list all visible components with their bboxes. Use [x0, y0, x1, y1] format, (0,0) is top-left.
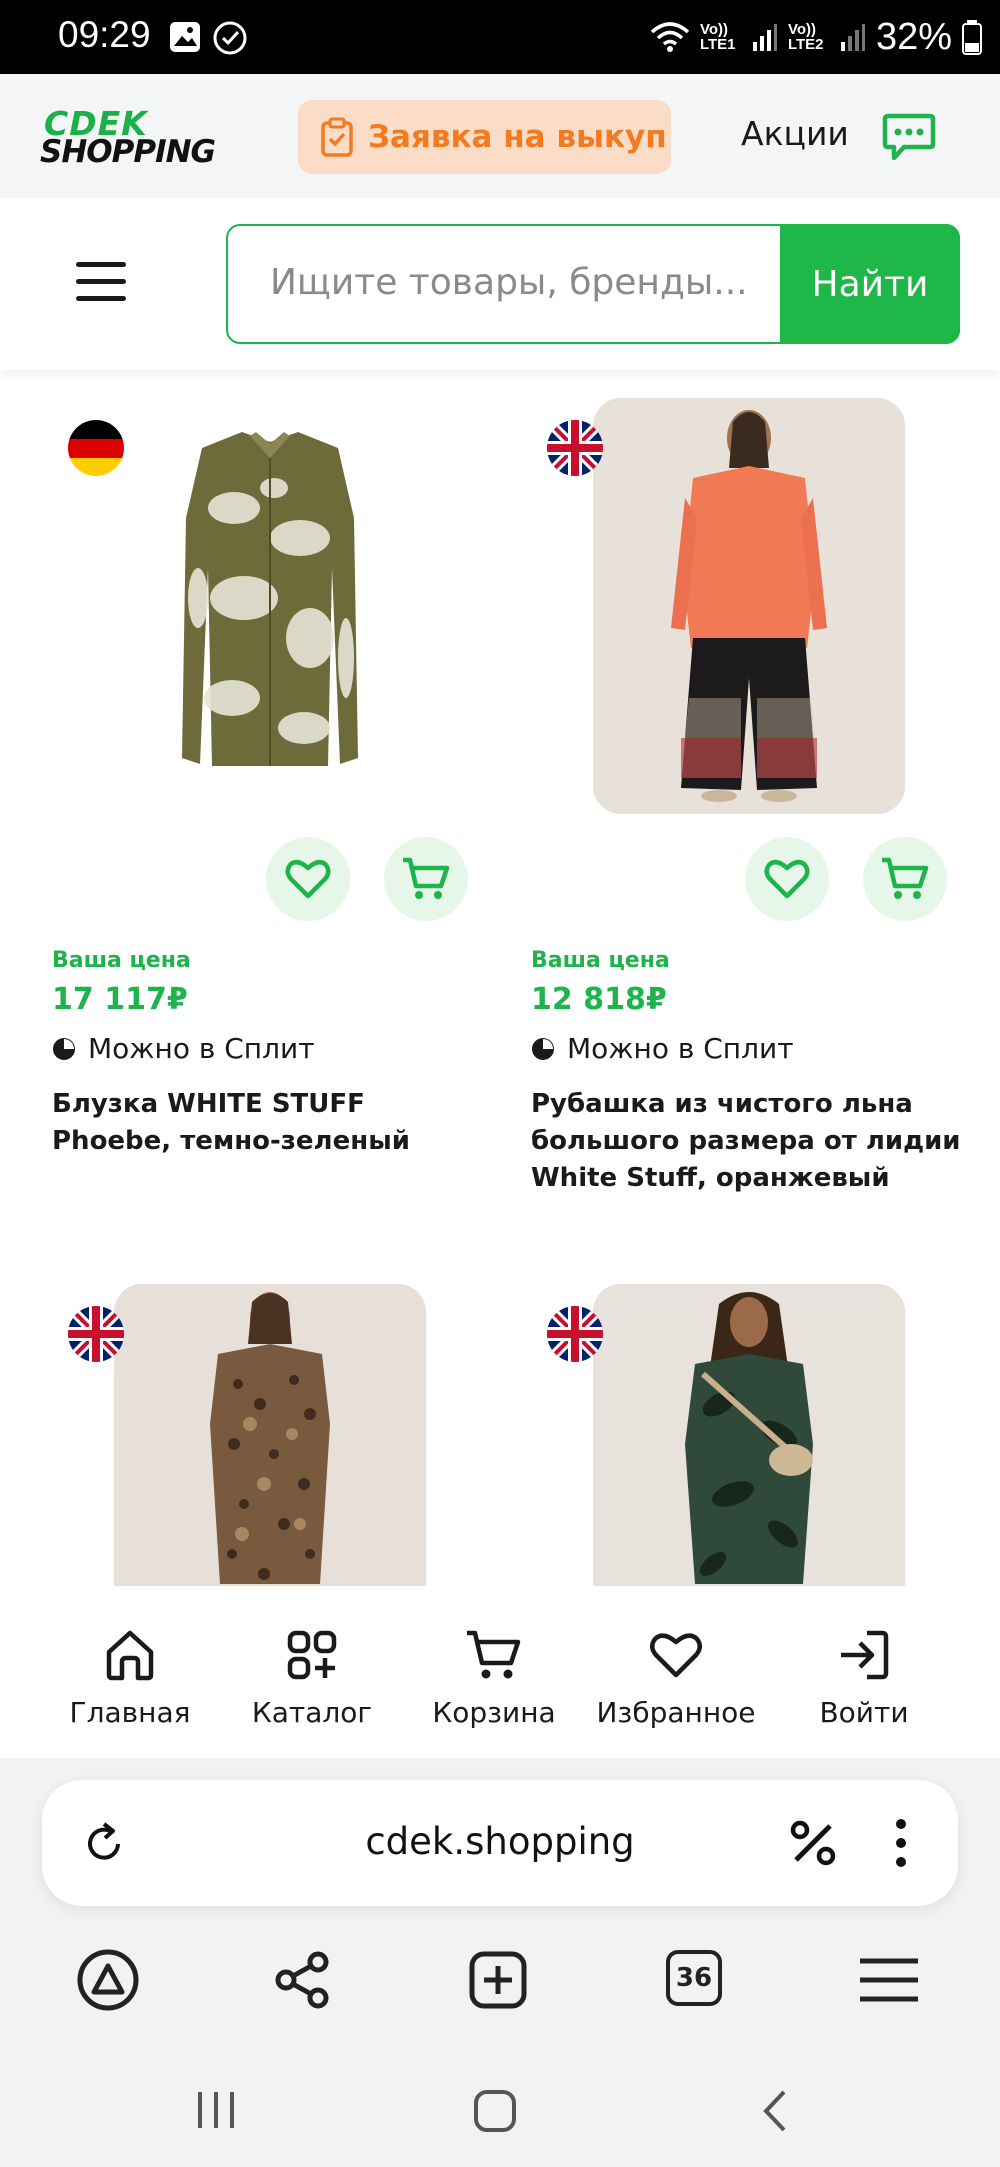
- logo-bottom-text: SHOPPING: [40, 134, 216, 170]
- search-input[interactable]: Ищите товары, бренды...: [270, 262, 748, 303]
- split-payment-badge: Можно в Сплит: [52, 1032, 315, 1065]
- add-to-favorites-button[interactable]: [745, 837, 829, 921]
- browser-toolbar: cdek.shopping 36: [0, 1758, 1000, 2167]
- share-icon[interactable]: [272, 1950, 332, 2010]
- battery-icon: [962, 20, 982, 55]
- split-icon: [532, 1037, 554, 1060]
- discount-icon[interactable]: [788, 1818, 838, 1868]
- tabs-count-button[interactable]: 36: [666, 1950, 722, 2006]
- split-label: Можно в Сплит: [567, 1032, 794, 1065]
- germany-flag-icon: [68, 420, 124, 476]
- heart-icon: [650, 1633, 702, 1678]
- site-header: CDEK SHOPPING Заявка на выкуп Акции: [0, 74, 1000, 198]
- price-caption: Ваша цена: [531, 948, 670, 973]
- login-icon: [841, 1630, 889, 1680]
- status-time: 09:29: [58, 14, 151, 55]
- split-payment-badge: Можно в Сплит: [531, 1032, 794, 1065]
- status-bar: 09:29 Vo)) LTE1 Vo)) LTE2 32%: [0, 0, 1000, 74]
- catalog-icon: [287, 1630, 337, 1680]
- nav-favorites-label: Избранное: [596, 1696, 756, 1729]
- product-image[interactable]: [114, 398, 426, 814]
- buyout-request-button[interactable]: Заявка на выкуп: [298, 100, 671, 174]
- heart-icon: [764, 859, 810, 899]
- bottom-navigation: Главная Каталог Корзина Избранное Войти: [0, 1586, 1000, 1758]
- search-bar-row: Ищите товары, бренды... Найти: [0, 198, 1000, 370]
- menu-icon[interactable]: [858, 1956, 920, 2004]
- search-box: Ищите товары, бренды... Найти: [226, 224, 960, 344]
- uk-flag-icon: [68, 1306, 124, 1362]
- recent-apps-icon[interactable]: [194, 2088, 238, 2132]
- more-vertical-icon[interactable]: [894, 1818, 908, 1868]
- add-to-favorites-button[interactable]: [266, 837, 350, 921]
- product-image[interactable]: [114, 1284, 426, 1586]
- home-icon: [106, 1630, 154, 1681]
- add-to-cart-button[interactable]: [863, 837, 947, 921]
- check-circle-icon: [213, 21, 247, 55]
- product-card[interactable]: [531, 1284, 971, 1586]
- product-image[interactable]: [593, 1284, 905, 1586]
- cart-icon: [882, 857, 929, 899]
- product-title[interactable]: Блузка WHITE STUFF Phoebe, темно-зеленый: [52, 1086, 492, 1160]
- heart-icon: [285, 859, 331, 899]
- split-label: Можно в Сплит: [88, 1032, 315, 1065]
- home-button-icon[interactable]: [472, 2088, 518, 2134]
- uk-flag-icon: [547, 420, 603, 476]
- product-price: 12 818₽: [531, 982, 667, 1017]
- nav-favorites[interactable]: Избранное: [586, 1626, 766, 1729]
- buyout-request-label: Заявка на выкуп: [368, 119, 667, 155]
- signal-icon: [840, 24, 865, 51]
- cart-icon: [403, 857, 450, 899]
- nav-cart-label: Корзина: [432, 1696, 556, 1729]
- sim2-label: Vo)) LTE2: [787, 21, 824, 53]
- wifi-icon: [650, 22, 690, 52]
- split-icon: [53, 1037, 75, 1060]
- cdek-shopping-logo[interactable]: CDEK SHOPPING: [40, 104, 220, 174]
- nav-login[interactable]: Войти: [774, 1626, 954, 1729]
- battery-level: 32%: [875, 15, 952, 58]
- cart-icon: [467, 1630, 521, 1679]
- signal-icon: [752, 24, 777, 51]
- nav-home[interactable]: Главная: [40, 1626, 220, 1729]
- gallery-icon: [170, 22, 200, 52]
- nav-login-label: Войти: [819, 1696, 909, 1729]
- chat-icon[interactable]: [882, 112, 936, 164]
- add-to-cart-button[interactable]: [384, 837, 468, 921]
- price-caption: Ваша цена: [52, 948, 191, 973]
- product-image[interactable]: [593, 398, 905, 814]
- clipboard-check-icon: [321, 117, 353, 157]
- product-title[interactable]: Рубашка из чистого льна большого размера…: [531, 1086, 971, 1197]
- product-card[interactable]: [52, 1284, 492, 1586]
- nav-cart[interactable]: Корзина: [404, 1626, 584, 1729]
- address-bar[interactable]: cdek.shopping: [42, 1780, 958, 1906]
- nav-catalog-label: Каталог: [251, 1696, 373, 1729]
- sim1-label: Vo)) LTE1: [699, 21, 736, 53]
- search-button[interactable]: Найти: [780, 224, 960, 344]
- nav-home-label: Главная: [69, 1696, 191, 1729]
- uk-flag-icon: [547, 1306, 603, 1362]
- product-price: 17 117₽: [52, 982, 188, 1017]
- nav-catalog[interactable]: Каталог: [222, 1626, 402, 1729]
- alice-assistant-icon[interactable]: [76, 1948, 140, 2012]
- promotions-link[interactable]: Акции: [741, 114, 849, 153]
- menu-icon[interactable]: [76, 262, 126, 302]
- back-icon[interactable]: [760, 2088, 790, 2134]
- new-tab-icon[interactable]: [468, 1950, 528, 2010]
